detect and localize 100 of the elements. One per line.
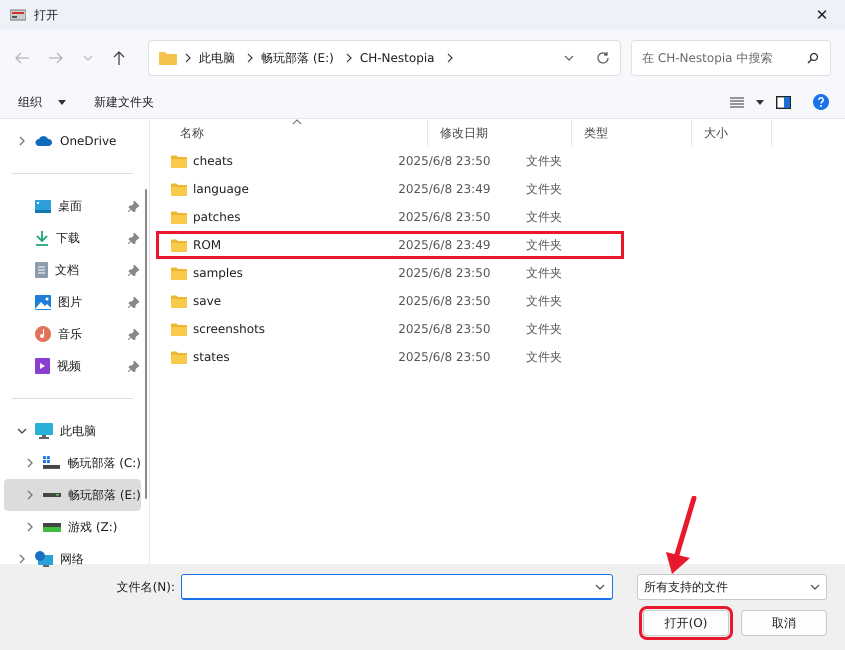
- cancel-button[interactable]: 取消: [741, 610, 827, 636]
- sidebar-item[interactable]: 音乐: [4, 318, 141, 350]
- date-cell-text: 2025/6/8 23:49: [397, 238, 492, 252]
- breadcrumb[interactable]: 畅玩部落 (E:): [261, 50, 334, 66]
- download-icon: [35, 230, 49, 246]
- help-icon[interactable]: [813, 94, 829, 110]
- type-cell-text: 文件夹: [525, 152, 564, 170]
- filename-label: 文件名(N):: [116, 578, 175, 596]
- type-cell-text: 文件夹: [525, 208, 564, 226]
- view-list-icon[interactable]: [730, 96, 744, 108]
- chevron-right-icon[interactable]: [18, 554, 26, 564]
- pin-icon[interactable]: [128, 200, 139, 212]
- folder-icon: [171, 182, 187, 196]
- sidebar-item[interactable]: 游戏 (Z:): [4, 511, 141, 543]
- chevron-right-icon: [446, 53, 454, 63]
- search-field[interactable]: 在 CH-Nestopia 中搜索: [631, 40, 831, 76]
- chevron-down-icon[interactable]: [17, 427, 27, 435]
- folder-icon: [171, 238, 187, 252]
- sidebar-item[interactable]: 下载: [4, 222, 141, 254]
- caret-icon[interactable]: [756, 100, 764, 104]
- file-name: samples: [193, 266, 243, 280]
- folder-icon: [171, 322, 187, 336]
- file-name: states: [193, 350, 230, 364]
- sidebar-item[interactable]: 畅玩部落 (E:): [4, 479, 141, 511]
- drive-icon: [43, 493, 61, 497]
- document-icon: [35, 262, 48, 278]
- breadcrumb[interactable]: CH-Nestopia: [360, 51, 435, 65]
- sidebar-item[interactable]: 文档: [4, 254, 141, 286]
- type-cell-text: 文件夹: [525, 292, 564, 310]
- file-row[interactable]: save 2025/6/8 23:50 文件夹: [156, 287, 624, 315]
- pin-icon[interactable]: [128, 264, 139, 276]
- close-button[interactable]: ✕: [799, 0, 845, 30]
- file-row[interactable]: patches 2025/6/8 23:50 文件夹: [156, 203, 624, 231]
- file-row[interactable]: ROM 2025/6/8 23:49 文件夹: [156, 231, 624, 259]
- column-header[interactable]: 类型: [572, 119, 692, 147]
- new-folder-button[interactable]: 新建文件夹: [86, 90, 162, 114]
- dropdown-chevron-icon[interactable]: [563, 54, 575, 62]
- file-name: screenshots: [193, 322, 266, 336]
- file-type-dropdown[interactable]: 所有支持的文件: [637, 574, 827, 600]
- filename-field[interactable]: [181, 574, 613, 600]
- folder-icon: [171, 154, 187, 168]
- computer-icon: [35, 423, 53, 439]
- breadcrumb[interactable]: 此电脑: [199, 50, 235, 66]
- app-icon: [10, 9, 26, 21]
- folder-icon: [171, 210, 187, 224]
- date-cell-text: 2025/6/8 23:50: [397, 350, 492, 364]
- window-title: 打开: [34, 6, 58, 24]
- drive-icon: [43, 522, 61, 532]
- type-cell-text: 文件夹: [525, 320, 564, 338]
- file-row[interactable]: states 2025/6/8 23:50 文件夹: [156, 343, 624, 371]
- date-cell-text: 2025/6/8 23:50: [397, 294, 492, 308]
- date-cell-text: 2025/6/8 23:49: [397, 182, 492, 196]
- address-bar[interactable]: 此电脑 畅玩部落 (E:) CH-Nestopia: [148, 40, 621, 76]
- chevron-right-icon[interactable]: [26, 490, 34, 500]
- folder-icon: [171, 266, 187, 280]
- file-name: save: [193, 294, 222, 308]
- dropdown-chevron-icon: [595, 584, 605, 590]
- pin-icon[interactable]: [128, 296, 139, 308]
- column-header[interactable]: 修改日期: [428, 119, 572, 147]
- chevron-right-icon: [184, 53, 192, 63]
- folder-icon: [159, 51, 177, 65]
- chevron-right-icon[interactable]: [26, 522, 34, 532]
- column-header[interactable]: 名称: [168, 119, 428, 147]
- sidebar-item[interactable]: 此电脑: [4, 415, 141, 447]
- picture-icon: [35, 294, 51, 310]
- organize-button[interactable]: 组织: [10, 90, 74, 114]
- column-header[interactable]: 大小: [692, 119, 772, 147]
- sidebar-item[interactable]: 桌面: [4, 190, 141, 222]
- file-row[interactable]: screenshots 2025/6/8 23:50 文件夹: [156, 315, 624, 343]
- search-icon: [807, 52, 819, 64]
- file-name: ROM: [193, 238, 222, 252]
- folder-icon: [171, 294, 187, 308]
- dropdown-chevron-icon: [810, 584, 820, 590]
- file-name: cheats: [193, 154, 233, 168]
- pin-icon[interactable]: [128, 232, 139, 244]
- video-icon: [35, 358, 50, 374]
- sidebar-item[interactable]: 图片: [4, 286, 141, 318]
- file-name: patches: [193, 210, 241, 224]
- up-arrow-icon[interactable]: [112, 50, 126, 66]
- file-name: language: [193, 182, 249, 196]
- chevron-right-icon[interactable]: [18, 136, 26, 146]
- file-row[interactable]: language 2025/6/8 23:49 文件夹: [156, 175, 624, 203]
- pin-icon[interactable]: [128, 360, 139, 372]
- sidebar-item[interactable]: OneDrive: [4, 125, 141, 157]
- sidebar-item[interactable]: 视频: [4, 350, 141, 382]
- sidebar-item[interactable]: 畅玩部落 (C:): [4, 447, 141, 479]
- date-cell-text: 2025/6/8 23:50: [397, 266, 492, 280]
- desktop-icon: [35, 200, 51, 212]
- chevron-right-icon: [246, 53, 254, 63]
- chevron-right-icon[interactable]: [26, 458, 34, 468]
- file-row[interactable]: samples 2025/6/8 23:50 文件夹: [156, 259, 624, 287]
- cloud-icon: [35, 135, 53, 147]
- pin-icon[interactable]: [128, 328, 139, 340]
- drive-icon: [42, 456, 60, 470]
- type-cell-text: 文件夹: [525, 348, 564, 366]
- refresh-icon[interactable]: [596, 51, 610, 65]
- preview-pane-icon[interactable]: [776, 96, 791, 108]
- music-icon: [35, 326, 51, 342]
- file-row[interactable]: cheats 2025/6/8 23:50 文件夹: [156, 147, 624, 175]
- sort-caret-icon: [292, 119, 302, 125]
